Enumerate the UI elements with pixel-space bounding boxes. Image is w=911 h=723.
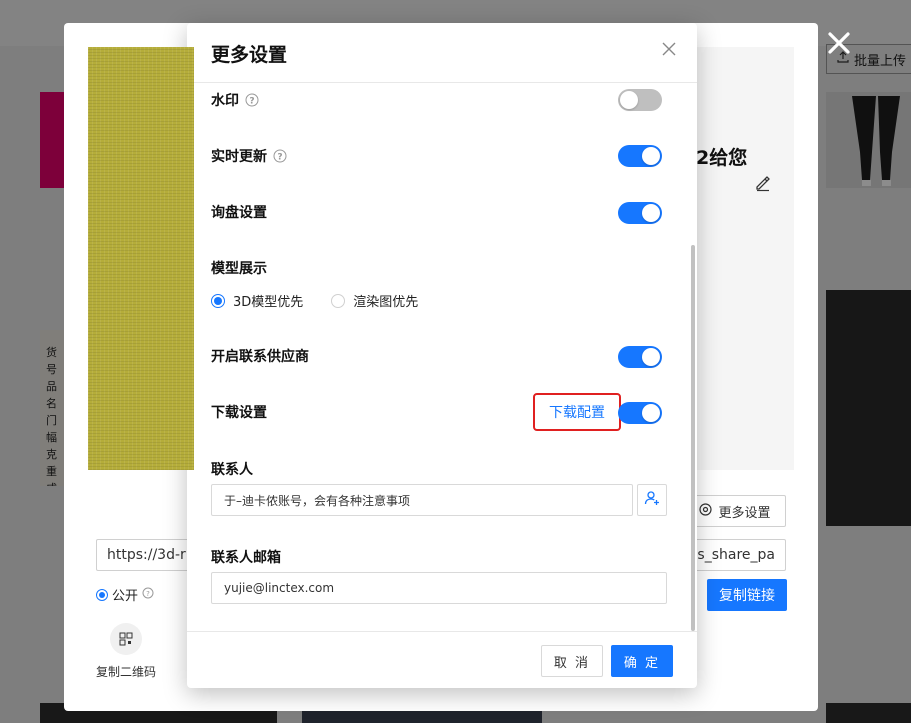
inquiry-switch[interactable]: [618, 202, 662, 224]
modal-scrollbar[interactable]: [691, 245, 695, 631]
setting-row-watermark: 水印 ?: [211, 89, 663, 111]
switch-knob: [620, 91, 638, 109]
close-icon[interactable]: [661, 41, 677, 57]
copy-link-button[interactable]: 复制链接: [707, 579, 787, 611]
copy-qrcode-button[interactable]: 复制二维码: [96, 623, 156, 680]
help-icon[interactable]: ?: [273, 149, 287, 163]
confirm-button[interactable]: 确 定: [611, 645, 673, 677]
share-title: 2给您: [696, 147, 748, 169]
switch-knob: [642, 204, 660, 222]
realtime-update-switch[interactable]: [618, 145, 662, 167]
help-icon: ?: [142, 587, 154, 603]
cancel-button[interactable]: 取 消: [541, 645, 603, 677]
qrcode-icon: [110, 623, 142, 655]
realtime-update-label: 实时更新: [211, 149, 267, 165]
radio-label: 渲染图优先: [353, 295, 419, 310]
svg-text:?: ?: [146, 590, 150, 598]
radio-public-label: 公开: [112, 589, 139, 604]
fabric-texture-preview: [88, 47, 194, 470]
radio-indicator: [331, 293, 346, 308]
help-icon[interactable]: ?: [245, 93, 259, 107]
modal-title: 更多设置: [211, 44, 288, 66]
contact-email-value: yujie@linctex.com: [224, 581, 335, 595]
setting-label-inquiry: 询盘设置: [211, 205, 267, 221]
contact-supplier-switch[interactable]: [618, 346, 662, 368]
watermark-switch[interactable]: [618, 89, 662, 111]
radio-public[interactable]: 公开 ?: [96, 585, 154, 604]
download-switch[interactable]: [618, 402, 662, 424]
modal-body: 水印 ? 实时更新 ? 询盘设置 模型展示 3D模型优先 渲染图优先 开启联系供…: [187, 83, 697, 631]
download-config-link[interactable]: 下载配置: [533, 393, 621, 431]
modal-footer: 取 消 确 定: [187, 631, 697, 688]
contact-input[interactable]: 于–迪卡侬账号，会有各种注意事项: [211, 484, 633, 516]
radio-label: 3D模型优先: [233, 295, 304, 310]
setting-row-inquiry: 询盘设置: [211, 201, 663, 223]
setting-row-contact-supplier: 开启联系供应商: [211, 345, 663, 367]
share-link-value: https://3d-r: [107, 547, 186, 563]
switch-knob: [642, 348, 660, 366]
radio-public-dot: [96, 588, 108, 601]
settings-icon: [699, 502, 713, 520]
contact-value: 于–迪卡侬账号，会有各种注意事项: [224, 493, 411, 508]
contact-email-input[interactable]: yujie@linctex.com: [211, 572, 667, 604]
setting-label-model-display: 模型展示: [211, 261, 267, 277]
close-icon[interactable]: [826, 30, 852, 56]
switch-knob: [642, 147, 660, 165]
setting-row-model-display: 模型展示: [211, 257, 663, 279]
edit-icon[interactable]: [754, 174, 772, 192]
share-link-tail: is_share_pa: [693, 547, 775, 563]
setting-label-download: 下载设置: [211, 405, 267, 421]
radio-indicator: [211, 293, 225, 308]
modal-header: 更多设置: [187, 23, 697, 83]
setting-row-realtime-update: 实时更新 ?: [211, 145, 663, 167]
select-contact-button[interactable]: [637, 484, 667, 516]
setting-label-realtime-update: 实时更新 ?: [211, 146, 287, 166]
add-user-icon: [644, 490, 660, 510]
contact-label: 联系人: [211, 462, 253, 478]
radio-render-first[interactable]: 渲染图优先: [331, 291, 418, 310]
setting-label-contact-supplier: 开启联系供应商: [211, 349, 309, 365]
copy-qrcode-label: 复制二维码: [96, 665, 157, 679]
contact-email-label: 联系人邮箱: [211, 550, 281, 566]
watermark-label: 水印: [211, 93, 239, 109]
more-settings-modal: 更多设置 水印 ? 实时更新 ? 询盘设置 模型展示 3D模型优先 渲染图优先 …: [187, 23, 697, 688]
more-settings-button[interactable]: 更多设置: [684, 495, 786, 527]
more-settings-label: 更多设置: [718, 505, 771, 521]
radio-3d-model-first[interactable]: 3D模型优先: [211, 291, 303, 310]
model-display-radio-group: 3D模型优先 渲染图优先: [211, 291, 418, 310]
switch-knob: [642, 404, 660, 422]
setting-label-watermark: 水印 ?: [211, 90, 259, 110]
svg-text:?: ?: [249, 97, 254, 107]
svg-text:?: ?: [277, 153, 282, 163]
